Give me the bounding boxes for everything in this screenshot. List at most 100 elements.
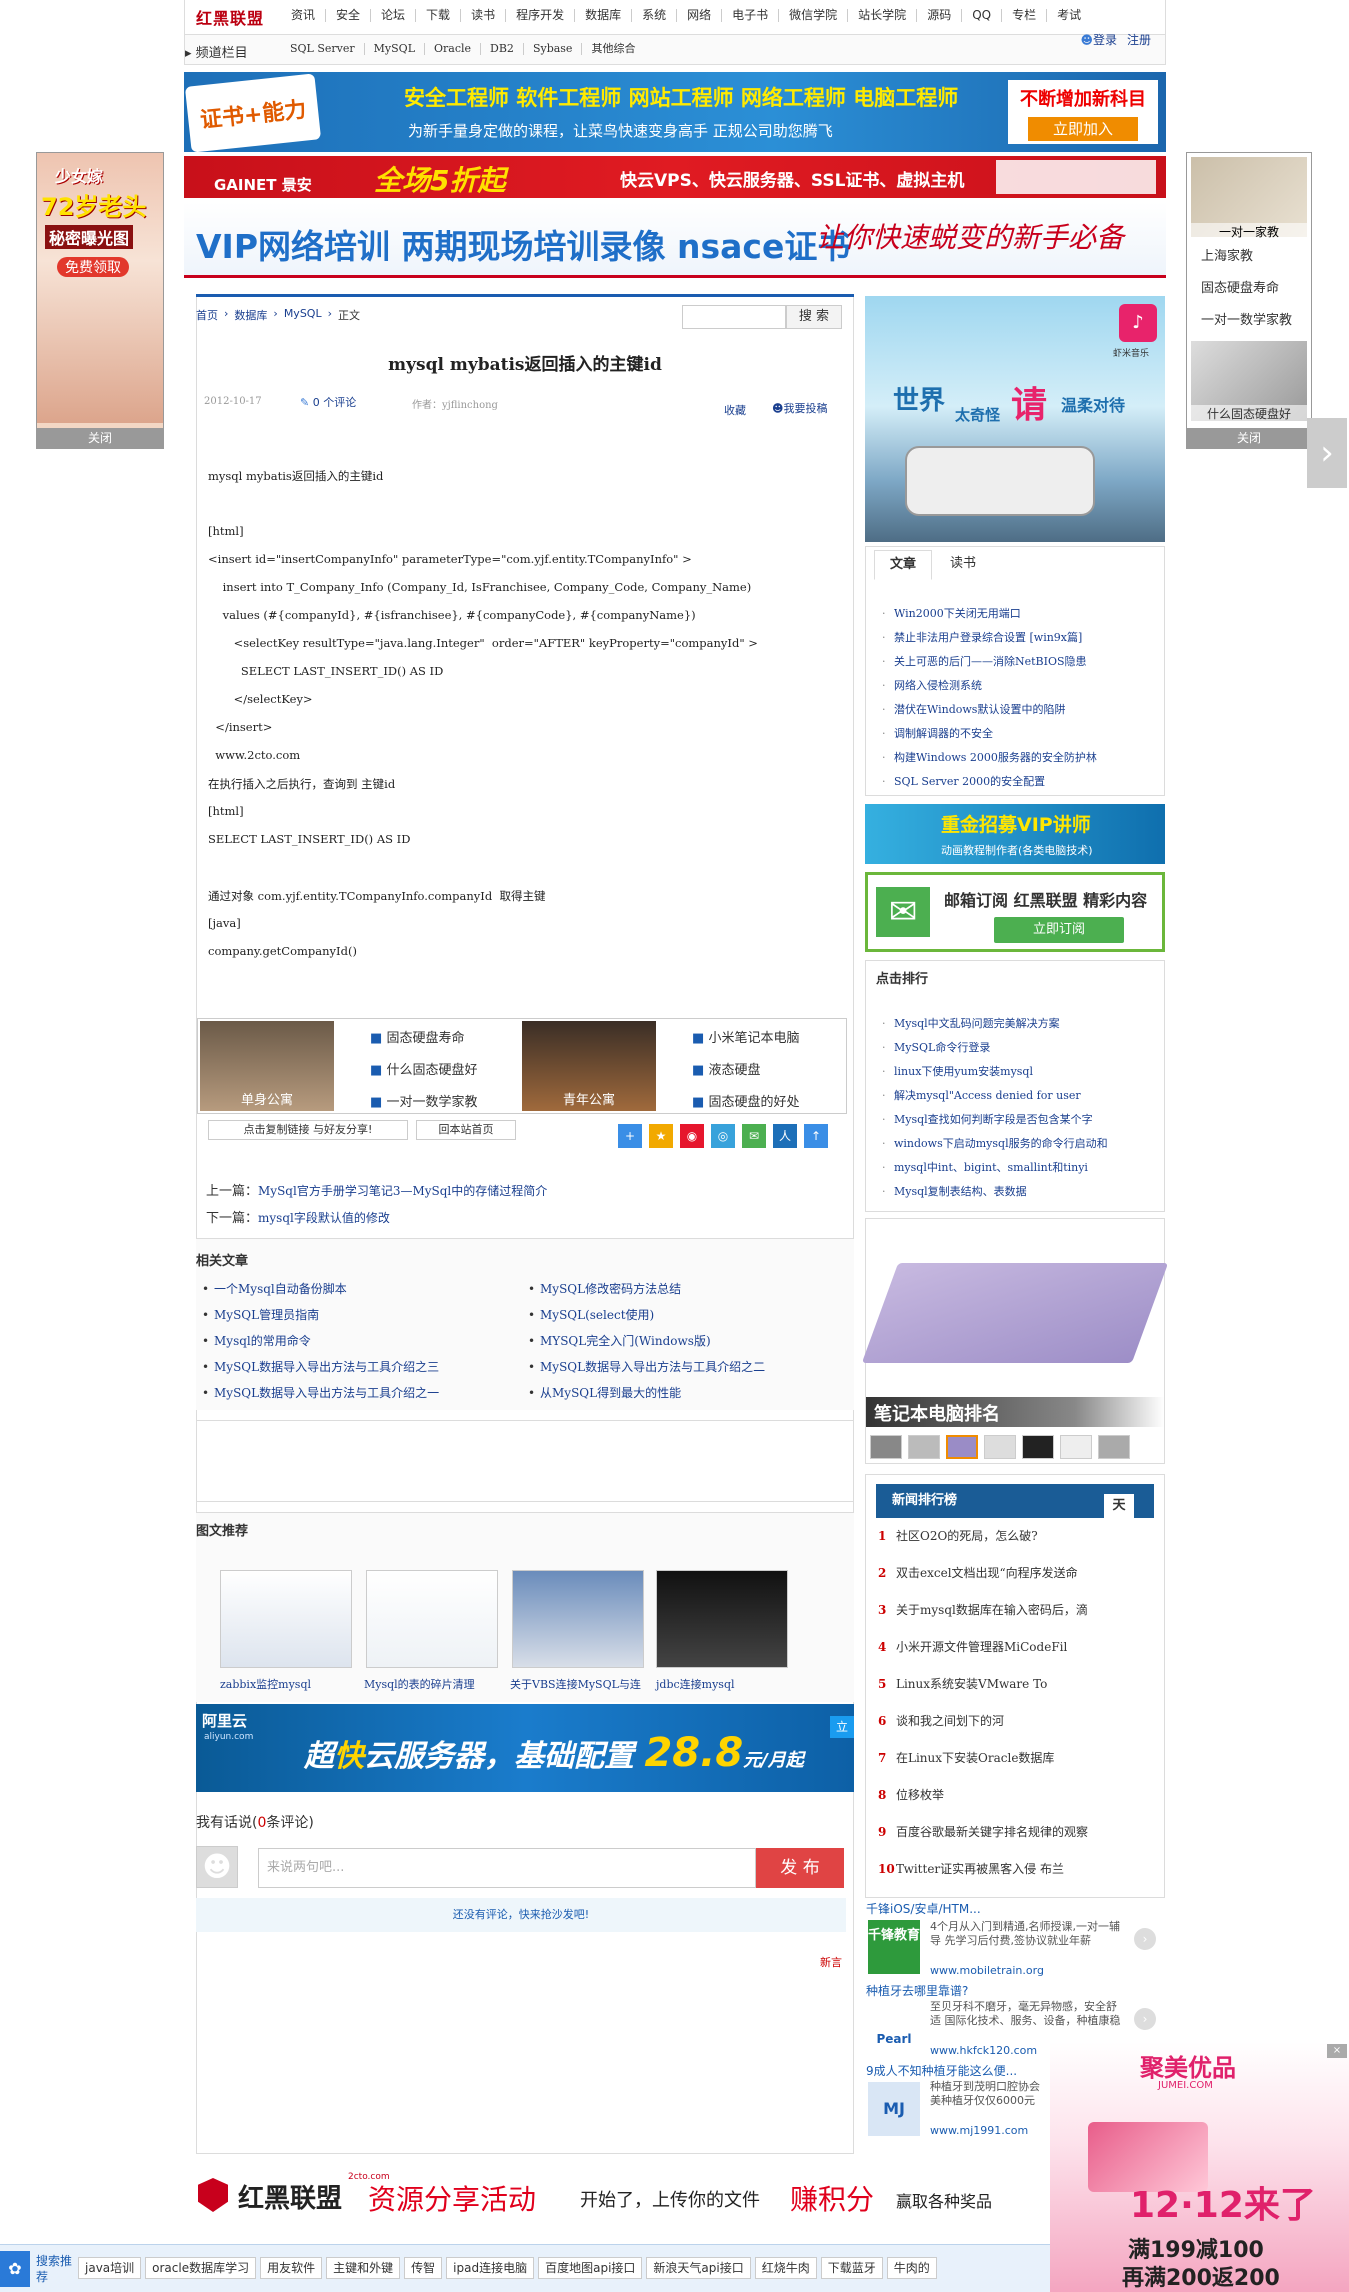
- hot-item[interactable]: linux下使用yum安装mysql: [866, 1060, 1162, 1084]
- related-item[interactable]: MySQL管理员指南: [202, 1302, 522, 1328]
- tutor-label[interactable]: 一对一家教: [1191, 223, 1307, 240]
- news-tab-day[interactable]: 天: [1104, 1494, 1134, 1518]
- vip-lecturer-ad[interactable]: 重金招募VIP讲师 动画教程制作者(各类电脑技术): [865, 804, 1165, 864]
- jumei-corner-ad[interactable]: 聚美优品 JUMEI.COM 12·12来了 满199减100 再满200返20…: [1050, 2042, 1349, 2292]
- side-article-item[interactable]: 构建Windows 2000服务器的安全防护林: [866, 746, 1162, 770]
- laptop-thumb[interactable]: [1098, 1435, 1130, 1459]
- search-rec-tag[interactable]: 红烧牛肉: [754, 2257, 817, 2279]
- gainet-banner[interactable]: GAINET 景安 全场5折起 快云VPS、快云服务器、SSL证书、虚拟主机: [184, 156, 1166, 198]
- side-article-item[interactable]: 禁止非法用户登录综合设置 [win9x篇]: [866, 626, 1162, 650]
- nav-item[interactable]: 论坛: [371, 9, 417, 22]
- hot-item[interactable]: Mysql复制表结构、表数据: [866, 1180, 1162, 1204]
- share-activity-banner[interactable]: 红黑联盟 2cto.com 资源分享活动 开始了，上传你的文件 赚积分 赢取各种…: [196, 2162, 1196, 2228]
- search-rec-tag[interactable]: 牛肉的: [886, 2257, 937, 2279]
- text-ad-title[interactable]: 千锋iOS/安卓/HTM...: [866, 1900, 981, 1917]
- free-get-button[interactable]: 免费领取: [57, 257, 129, 277]
- related-item[interactable]: MySQL数据导入导出方法与工具介绍之一: [202, 1380, 522, 1406]
- laptop-box[interactable]: 笔记本电脑排名: [861, 1218, 1169, 1464]
- news-item[interactable]: 1 社区O2O的死局，怎么破?: [866, 1518, 1156, 1555]
- channel-item[interactable]: MySQL: [365, 43, 425, 55]
- chevron-right-icon[interactable]: ›: [1134, 2008, 1156, 2030]
- nav-item[interactable]: 安全: [326, 9, 372, 22]
- tab-books[interactable]: 读书: [934, 550, 992, 580]
- share-plus-icon[interactable]: +: [618, 1124, 642, 1148]
- newest-link[interactable]: 新言: [820, 1954, 842, 1970]
- pic-rec-caption[interactable]: jdbc连接mysql: [656, 1676, 735, 1692]
- weibo-icon[interactable]: ◉: [680, 1124, 704, 1148]
- aliyun-banner[interactable]: 阿里云 aliyun.com 超快云服务器，基础配置 28.8元/月起 立: [196, 1704, 854, 1792]
- vip-banner[interactable]: VIP网络培训 两期现场培训录像 nsace证书 让你快速蜕变的新手必备: [184, 202, 1166, 278]
- text-ad-title[interactable]: 9成人不知种植牙能这么便...: [866, 2062, 1017, 2079]
- next-arrow-icon[interactable]: ›: [1307, 418, 1347, 488]
- related-item[interactable]: Mysql的常用命令: [202, 1328, 522, 1354]
- hot-item[interactable]: 解决mysql"Access denied for user: [866, 1084, 1162, 1108]
- wechat-icon[interactable]: ✉: [742, 1124, 766, 1148]
- nav-item[interactable]: 资讯: [281, 9, 327, 22]
- pic-rec-caption[interactable]: 关于VBS连接MySQL与连: [510, 1676, 641, 1692]
- nav-item[interactable]: 专栏: [1002, 9, 1048, 22]
- ad-link[interactable]: ■ 固态硬盘的好处: [692, 1091, 799, 1110]
- ad-link[interactable]: ■ 小米笔记本电脑: [692, 1027, 799, 1046]
- laptop-thumb[interactable]: [1060, 1435, 1092, 1459]
- ad-link[interactable]: ■ 什么固态硬盘好: [370, 1059, 477, 1078]
- laptop-thumb[interactable]: [1022, 1435, 1054, 1459]
- search-input[interactable]: [682, 305, 786, 329]
- next-article[interactable]: 下一篇：mysql字段默认值的修改: [206, 1207, 390, 1226]
- nav-item[interactable]: 系统: [632, 9, 678, 22]
- laptop-thumb[interactable]: [908, 1435, 940, 1459]
- pic-rec-thumb[interactable]: [656, 1570, 788, 1668]
- nav-item[interactable]: 考试: [1047, 9, 1091, 22]
- text-ad-url[interactable]: www.hkfck120.com: [930, 2044, 1037, 2057]
- search-rec-tag[interactable]: 用友软件: [260, 2257, 323, 2279]
- text-ad-url[interactable]: www.mobiletrain.org: [930, 1964, 1044, 1977]
- hot-item[interactable]: Mysql中文乱码问题完美解决方案: [866, 1012, 1162, 1036]
- close-right-ad[interactable]: 关闭: [1187, 428, 1311, 448]
- side-article-item[interactable]: Win2000下关闭无用端口: [866, 602, 1162, 626]
- channel-item[interactable]: SQL Server: [281, 43, 365, 55]
- copy-link-button[interactable]: 点击复制链接 与好友分享!: [208, 1120, 408, 1140]
- sidebar-pic-ad[interactable]: ♪ 虾米音乐 世界 太奇怪 请 温柔对待: [865, 296, 1165, 542]
- channel-item[interactable]: Sybase: [524, 43, 583, 55]
- nav-item[interactable]: 下载: [416, 9, 462, 22]
- hot-item[interactable]: mysql中int、bigint、smallint和tinyi: [866, 1156, 1162, 1180]
- search-rec-tag[interactable]: oracle数据库学习: [145, 2257, 257, 2279]
- right-ad-link[interactable]: 一对一数学家教: [1201, 309, 1292, 328]
- nav-item[interactable]: 微信学院: [779, 9, 849, 22]
- site-logo[interactable]: 红黑联盟: [196, 5, 264, 29]
- nav-item[interactable]: 数据库: [575, 9, 633, 22]
- home-button[interactable]: 回本站首页: [416, 1120, 516, 1140]
- pic-rec-caption[interactable]: zabbix监控mysql: [220, 1676, 311, 1692]
- news-item[interactable]: 9 百度谷歌最新关键字排名规律的观察: [866, 1814, 1156, 1851]
- search-rec-tag[interactable]: ipad连接电脑: [446, 2257, 535, 2279]
- publish-button[interactable]: 发 布: [756, 1848, 844, 1888]
- news-item[interactable]: 6 谈和我之间划下的河: [866, 1703, 1156, 1740]
- hot-item[interactable]: Mysql查找如何判断字段是否包含某个字: [866, 1108, 1162, 1132]
- search-rec-tag[interactable]: 百度地图api接口: [538, 2257, 643, 2279]
- hot-item[interactable]: MySQL命令行登录: [866, 1036, 1162, 1060]
- kaixin-icon[interactable]: ↑: [804, 1124, 828, 1148]
- cert-banner[interactable]: 证书+能力 安全工程师 软件工程师 网站工程师 网络工程师 电脑工程师 为新手量…: [184, 72, 1166, 153]
- news-item[interactable]: 7 在Linux下安装Oracle数据库: [866, 1740, 1156, 1777]
- ad-link[interactable]: ■ 液态硬盘: [692, 1059, 760, 1078]
- channel-item[interactable]: 其他综合: [582, 43, 644, 55]
- related-item[interactable]: MySQL数据导入导出方法与工具介绍之三: [202, 1354, 522, 1380]
- text-ad-title[interactable]: 种植牙去哪里靠谱?: [866, 1982, 968, 1999]
- float-ad-right[interactable]: 一对一家教 上海家教 固态硬盘寿命 一对一数学家教 什么固态硬盘好 关闭: [1186, 152, 1312, 449]
- pic-rec-thumb[interactable]: [366, 1570, 498, 1668]
- pic-rec-thumb[interactable]: [220, 1570, 352, 1668]
- pic-rec-caption[interactable]: Mysql的表的碎片清理: [364, 1676, 475, 1692]
- nav-item[interactable]: 读书: [461, 9, 507, 22]
- side-article-item[interactable]: 关上可恶的后门——消除NetBIOS隐患: [866, 650, 1162, 674]
- favorite-link[interactable]: 收藏: [724, 402, 746, 418]
- nav-item[interactable]: 网络: [677, 9, 723, 22]
- laptop-thumb[interactable]: [984, 1435, 1016, 1459]
- subscribe-button[interactable]: 立即订阅: [994, 917, 1124, 943]
- side-article-item[interactable]: 潜伏在Windows默认设置中的陷阱: [866, 698, 1162, 722]
- search-rec-tag[interactable]: java培训: [78, 2257, 142, 2279]
- search-rec-tag[interactable]: 主键和外键: [326, 2257, 401, 2279]
- news-item[interactable]: 3 关于mysql数据库在输入密码后，滴: [866, 1592, 1156, 1629]
- search-rec-tag[interactable]: 传智: [404, 2257, 443, 2279]
- ad-img-label[interactable]: 单身公寓: [200, 1089, 334, 1108]
- news-item[interactable]: 8 位移枚举: [866, 1777, 1156, 1814]
- login-link[interactable]: ☻登录: [1080, 31, 1117, 48]
